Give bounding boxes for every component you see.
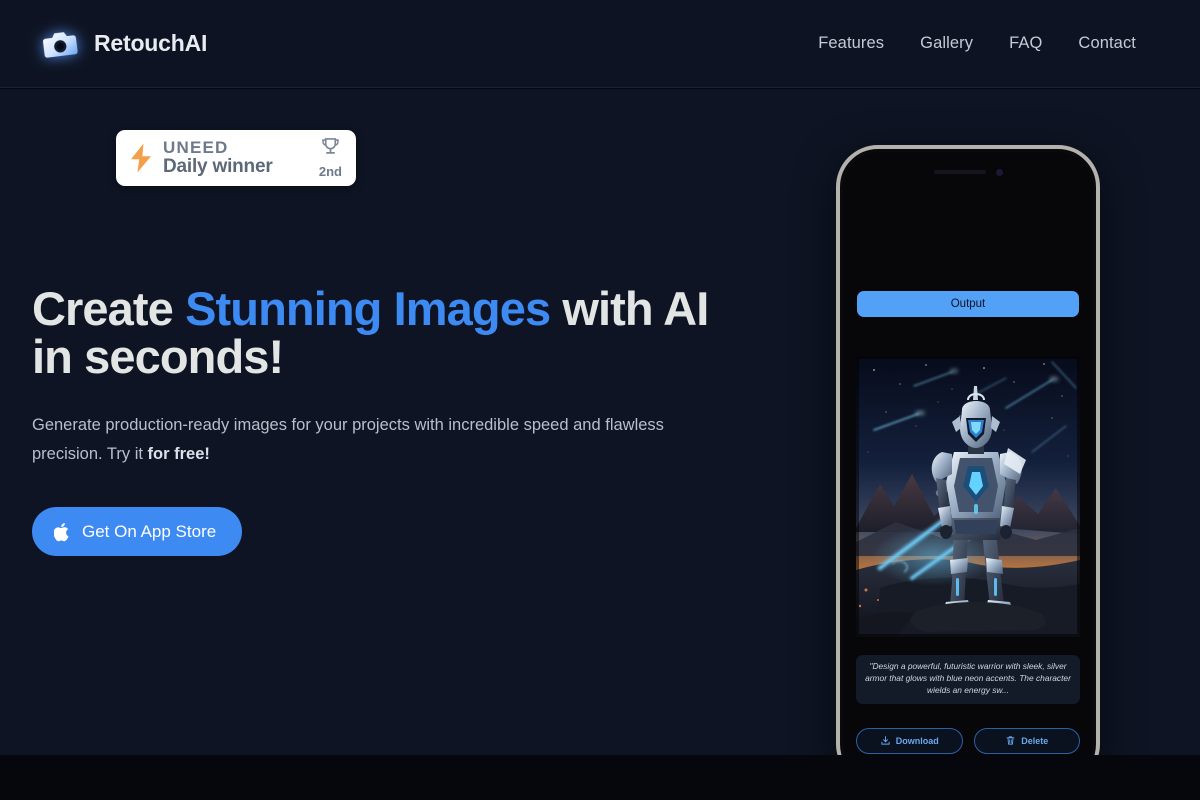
badge-text: UNEED Daily winner — [163, 139, 310, 177]
nav-link-features[interactable]: Features — [818, 34, 884, 53]
phone-mockup: Output "Design a powerful, futuristic wa… — [836, 145, 1100, 786]
main-nav: Features Gallery FAQ Contact — [818, 34, 1168, 53]
nav-link-gallery[interactable]: Gallery — [920, 34, 973, 53]
badge-trophy: 2nd — [319, 137, 346, 179]
hero-section: UNEED Daily winner 2nd Create Stunning I… — [0, 89, 1200, 786]
badge-brand: UNEED — [163, 138, 229, 158]
brand-name: RetouchAI — [94, 30, 208, 56]
camera-icon — [38, 23, 82, 64]
page-title: Create Stunning Images with AI in second… — [32, 282, 732, 382]
uneed-award-badge[interactable]: UNEED Daily winner 2nd — [116, 130, 356, 186]
download-icon — [880, 735, 891, 748]
apple-icon — [53, 522, 71, 542]
badge-rank: 2nd — [318, 164, 342, 179]
download-button[interactable]: Download — [856, 728, 963, 754]
badge-subtitle: Daily winner — [163, 155, 273, 177]
cta-label: Get On App Store — [82, 521, 217, 541]
hero-description-emphasis: for free! — [147, 445, 210, 464]
tab-output-label: Output — [950, 298, 986, 310]
download-button-label: Download — [895, 736, 939, 746]
tab-output[interactable]: Output — [857, 291, 1079, 317]
trophy-icon — [319, 137, 342, 163]
headline-accent: Stunning Images — [185, 282, 551, 335]
site-header: RetouchAI Features Gallery FAQ Contact — [0, 0, 1200, 88]
hero-description-text: Generate production-ready images for you… — [32, 416, 664, 464]
lightning-bolt-icon — [128, 142, 154, 174]
get-on-app-store-button[interactable]: Get On App Store — [32, 507, 243, 556]
brand-logo[interactable]: RetouchAI — [40, 26, 207, 62]
nav-link-faq[interactable]: FAQ — [1009, 34, 1042, 53]
trash-icon — [1005, 735, 1016, 748]
phone-notch — [843, 164, 1093, 180]
phone-action-bar: Download Delete — [856, 728, 1080, 754]
page-bottom-section — [0, 755, 1200, 800]
phone-screen: Output "Design a powerful, futuristic wa… — [843, 152, 1093, 779]
delete-button-label: Delete — [1021, 736, 1049, 746]
landing-page: RetouchAI Features Gallery FAQ Contact U… — [0, 0, 1200, 800]
generated-image — [856, 356, 1080, 637]
headline-part-1: Create — [32, 282, 186, 335]
hero-description: Generate production-ready images for you… — [32, 411, 712, 470]
prompt-text: "Design a powerful, futuristic warrior w… — [856, 655, 1080, 704]
nav-link-contact[interactable]: Contact — [1078, 34, 1136, 53]
front-camera-icon — [995, 168, 1003, 176]
speaker-icon — [933, 170, 986, 174]
delete-button[interactable]: Delete — [973, 728, 1080, 754]
